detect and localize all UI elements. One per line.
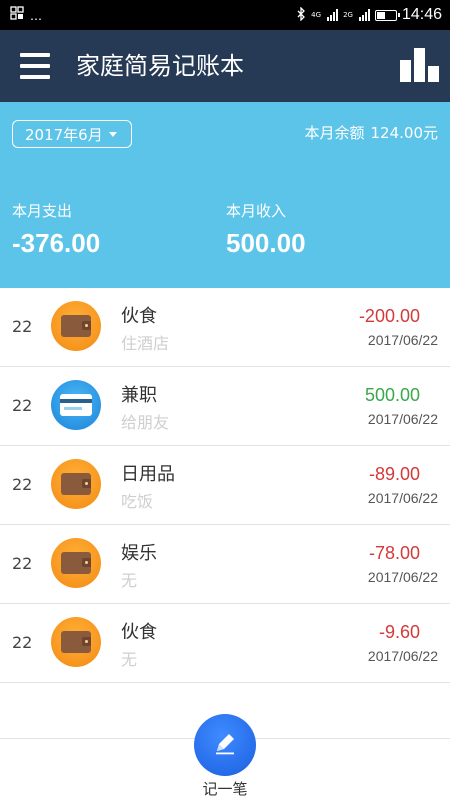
bluetooth-icon	[296, 5, 306, 24]
hamburger-menu-icon[interactable]	[20, 53, 50, 79]
record-note: 无	[121, 571, 138, 590]
record-date: 2017/06/22	[367, 411, 438, 427]
expense-label: 本月支出	[12, 202, 73, 220]
record-note: 给朋友	[121, 413, 170, 432]
record-row[interactable]: 22 娱乐 无 -78.00 2017/06/22	[0, 525, 450, 604]
add-record-button[interactable]	[194, 714, 256, 776]
wallet-icon	[51, 459, 101, 509]
wallet-icon	[51, 617, 101, 667]
signal-icon-1	[327, 9, 339, 21]
record-date: 2017/06/22	[367, 332, 438, 348]
record-day: 22	[12, 554, 33, 573]
record-category: 伙食	[121, 622, 157, 643]
record-note: 住酒店	[121, 334, 170, 353]
month-balance: 本月余额 124.00元	[304, 122, 438, 143]
balance-label: 本月余额	[304, 124, 365, 142]
record-date: 2017/06/22	[367, 648, 438, 664]
record-day: 22	[12, 396, 33, 415]
month-selector-label: 2017年6月	[25, 125, 103, 144]
record-row[interactable]: 22 伙食 无 -9.60 2017/06/22	[0, 604, 450, 683]
month-selector[interactable]: 2017年6月	[12, 120, 132, 148]
record-category: 日用品	[121, 464, 175, 485]
app-title: 家庭简易记账本	[76, 52, 244, 80]
record-row[interactable]: 22 日用品 吃饭 -89.00 2017/06/22	[0, 446, 450, 525]
income-value: 500.00	[226, 228, 306, 258]
records-list: 22 伙食 住酒店 -200.00 2017/06/22 22 兼职 给朋友 5…	[0, 288, 450, 683]
monthly-summary: 2017年6月 本月余额 124.00元 本月支出 -376.00 本月收入 5…	[0, 102, 450, 288]
record-day: 22	[12, 475, 33, 494]
status-bar: … 4G 2G 14:46	[0, 0, 450, 30]
record-category: 伙食	[121, 306, 157, 327]
network-label-1: 4G	[311, 11, 322, 19]
network-label-2: 2G	[343, 11, 353, 19]
caret-down-icon	[108, 131, 117, 137]
expense-value: -376.00	[12, 228, 101, 258]
record-day: 22	[12, 633, 33, 652]
record-category: 兼职	[121, 385, 157, 406]
record-date: 2017/06/22	[367, 490, 438, 506]
record-amount: 500.00	[364, 385, 420, 405]
status-left: …	[10, 6, 42, 25]
record-amount: -9.60	[378, 622, 420, 642]
income-label: 本月收入	[226, 202, 287, 220]
record-amount: -200.00	[358, 306, 420, 326]
record-amount: -78.00	[368, 543, 420, 563]
record-date: 2017/06/22	[367, 569, 438, 585]
record-note: 吃饭	[121, 492, 154, 511]
battery-icon	[374, 9, 400, 21]
status-left-text: …	[30, 8, 42, 23]
status-time: 14:46	[401, 6, 442, 23]
balance-value: 124.00元	[370, 124, 439, 142]
bank-card-icon	[51, 380, 101, 430]
wallet-icon	[51, 301, 101, 351]
status-right: 4G 2G 14:46	[296, 4, 442, 26]
record-day: 22	[12, 317, 33, 336]
record-note: 无	[121, 650, 138, 669]
record-row[interactable]: 22 伙食 住酒店 -200.00 2017/06/22	[0, 288, 450, 367]
record-amount: -89.00	[368, 464, 420, 484]
notification-grid-icon	[10, 6, 24, 25]
pencil-icon	[210, 728, 240, 762]
wallet-icon	[51, 538, 101, 588]
bar-chart-icon[interactable]	[400, 48, 440, 82]
record-row[interactable]: 22 兼职 给朋友 500.00 2017/06/22	[0, 367, 450, 446]
add-record-label: 记一笔	[202, 780, 248, 798]
app-bar: 家庭简易记账本	[0, 30, 450, 102]
signal-icon-2	[358, 9, 370, 21]
record-category: 娱乐	[121, 543, 157, 564]
